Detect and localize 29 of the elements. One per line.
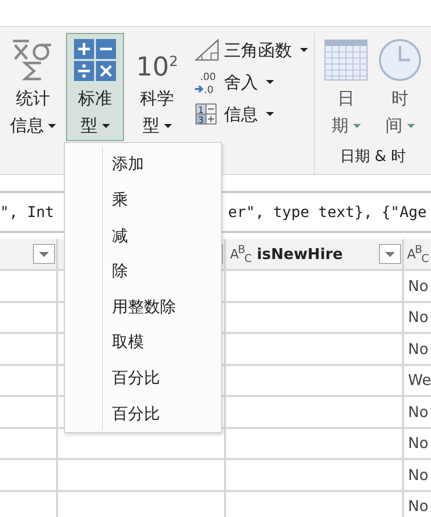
column-header[interactable]: A$^{B}$$_{C}$ isNewHire bbox=[226, 239, 404, 271]
menu-item[interactable]: 用整数除 bbox=[103, 290, 221, 326]
menu-item[interactable]: 百分比 bbox=[103, 396, 221, 432]
menu-item[interactable]: 乘 bbox=[103, 182, 221, 218]
ribbon-button[interactable]: 10$^{2}$ 科学 型 bbox=[128, 33, 186, 141]
table-cell: No bbox=[404, 271, 431, 302]
formula-text: er", type text}, {"Age bbox=[227, 203, 428, 221]
table-cell: No bbox=[404, 302, 431, 334]
ribbon-button[interactable]: 1 3 信息 bbox=[194, 101, 308, 127]
formula-text: ", Int bbox=[0, 203, 56, 221]
table-cell: We bbox=[404, 366, 431, 397]
ribbon-button[interactable]: 统计 信息 bbox=[4, 33, 62, 141]
menu-item[interactable]: 除 bbox=[103, 254, 221, 290]
menu-item[interactable]: 百分比 bbox=[103, 360, 221, 396]
ribbon-button[interactable]: 日 期 bbox=[321, 33, 371, 141]
menu-item[interactable]: 添加 bbox=[103, 147, 221, 183]
table-cell: No bbox=[404, 397, 431, 428]
menu-item[interactable]: 减 bbox=[103, 218, 221, 254]
table-cell: No bbox=[404, 492, 431, 517]
table-cell: No bbox=[404, 428, 431, 460]
power-icon: 10$^{2}$ bbox=[136, 38, 178, 82]
ribbon-button[interactable]: 时 间 bbox=[375, 33, 425, 141]
group-label: 日期 & 时 bbox=[338, 147, 408, 167]
ribbon-button[interactable]: 三角函数 bbox=[194, 37, 308, 63]
table-cell: No bbox=[404, 334, 431, 366]
ribbon-button[interactable]: 标准 型 bbox=[66, 33, 124, 141]
menu-item[interactable]: 取模 bbox=[103, 325, 221, 361]
table-cell: No bbox=[404, 460, 431, 492]
column-name: isNewHire bbox=[256, 245, 344, 263]
